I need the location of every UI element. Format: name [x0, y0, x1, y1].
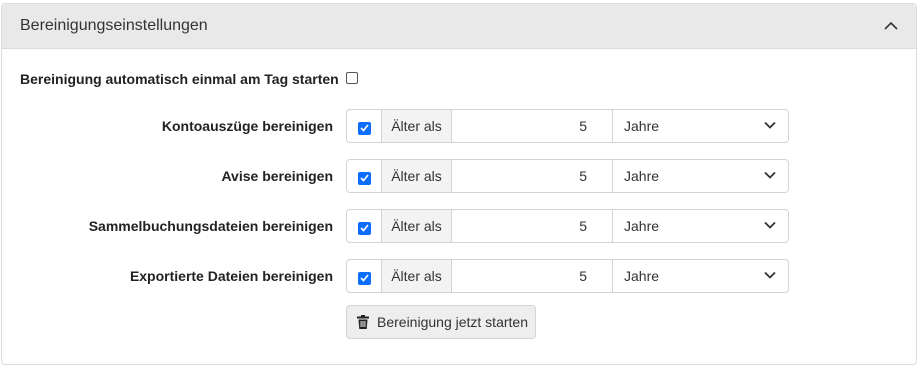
checkmark-icon — [359, 124, 369, 132]
age-unit-value: Jahre — [624, 268, 660, 284]
chevron-down-icon — [764, 121, 776, 129]
age-prefix-label: Älter als — [382, 110, 452, 142]
age-prefix-label: Älter als — [382, 160, 452, 192]
auto-cleanup-label: Bereinigung automatisch einmal am Tag st… — [20, 71, 339, 87]
start-cleanup-label: Bereinigung jetzt starten — [377, 314, 528, 330]
checkbox-cell — [347, 110, 382, 142]
checkmark-icon — [359, 274, 369, 282]
enabled-checkbox[interactable] — [357, 221, 371, 235]
cleanup-row-avise: Älter als 5 Jahre — [346, 159, 789, 193]
checkmark-icon — [359, 174, 369, 182]
age-value-input[interactable]: 5 — [452, 260, 613, 292]
cleanup-row-sammelbuchungsdateien: Älter als 5 Jahre — [346, 209, 789, 243]
age-value-input[interactable]: 5 — [452, 210, 613, 242]
enabled-checkbox[interactable] — [357, 171, 371, 185]
checkbox-cell — [347, 210, 382, 242]
age-prefix-label: Älter als — [382, 260, 452, 292]
chevron-down-icon — [764, 171, 776, 179]
age-prefix-label: Älter als — [382, 210, 452, 242]
cleanup-row-exportierte-dateien: Älter als 5 Jahre — [346, 259, 789, 293]
row-label: Sammelbuchungsdateien bereinigen — [88, 218, 333, 234]
start-cleanup-button[interactable]: Bereinigung jetzt starten — [346, 305, 536, 339]
cleanup-row-kontoauszuege: Älter als 5 Jahre — [346, 109, 789, 143]
chevron-down-icon — [764, 221, 776, 229]
age-value-input[interactable]: 5 — [452, 110, 613, 142]
enabled-checkbox[interactable] — [357, 121, 371, 135]
checkmark-icon — [359, 224, 369, 232]
age-unit-select[interactable]: Jahre — [613, 260, 788, 292]
row-label: Exportierte Dateien bereinigen — [129, 268, 333, 284]
age-unit-select[interactable]: Jahre — [613, 210, 788, 242]
checkbox-cell — [347, 260, 382, 292]
age-unit-value: Jahre — [624, 118, 660, 134]
age-unit-select[interactable]: Jahre — [613, 110, 788, 142]
chevron-down-icon — [764, 271, 776, 279]
panel-title: Bereinigungseinstellungen — [20, 17, 208, 34]
age-unit-value: Jahre — [624, 168, 660, 184]
enabled-checkbox[interactable] — [357, 271, 371, 285]
row-label: Avise bereinigen — [221, 168, 333, 184]
age-unit-select[interactable]: Jahre — [613, 160, 788, 192]
age-value-input[interactable]: 5 — [452, 160, 613, 192]
checkbox-cell — [347, 160, 382, 192]
age-unit-value: Jahre — [624, 218, 660, 234]
auto-cleanup-checkbox[interactable] — [346, 72, 358, 84]
chevron-up-icon — [884, 21, 898, 30]
trash-icon — [357, 315, 369, 329]
panel-header: Bereinigungseinstellungen — [2, 4, 916, 49]
row-label: Kontoauszüge bereinigen — [161, 118, 333, 134]
collapse-button[interactable] — [880, 14, 902, 36]
